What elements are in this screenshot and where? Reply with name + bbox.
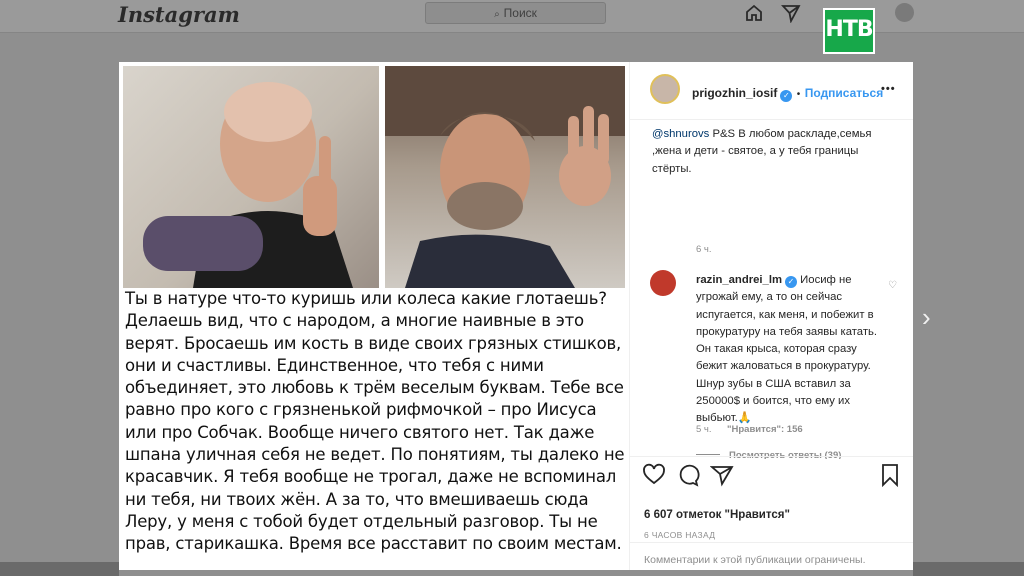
author-username[interactable]: prigozhin_iosif <box>692 86 777 100</box>
separator-dot: • <box>796 89 801 100</box>
comments-list: @shnurovs P&S В любом раскладе,семья ,же… <box>630 120 913 459</box>
photo-left <box>123 66 379 288</box>
next-post-arrow-icon[interactable]: › <box>922 302 931 333</box>
verified-badge-icon: ✓ <box>785 276 798 288</box>
likes-count[interactable]: 6 607 отметок "Нравится" <box>644 509 790 521</box>
instagram-logo[interactable]: Instagram <box>118 2 240 27</box>
comment-username[interactable]: razin_andrei_lm <box>696 274 782 286</box>
comment-mention[interactable]: @shnurovs <box>652 128 709 140</box>
comment-text: Иосиф не угрожай ему, а то он сейчас исп… <box>696 274 878 425</box>
post-timestamp: 6 ЧАСОВ НАЗАД <box>644 530 716 540</box>
post-actions: 6 607 отметок "Нравится" 6 ЧАСОВ НАЗАД К… <box>630 456 913 570</box>
commenter-avatar[interactable] <box>650 270 676 296</box>
more-options-icon[interactable]: ••• <box>881 83 896 95</box>
post-modal: Ты в натуре что-то куришь или колеса как… <box>119 62 913 570</box>
search-input[interactable]: ⌕ Поиск <box>425 2 606 24</box>
man-ok-gesture-illustration <box>385 66 625 288</box>
photo-right <box>385 66 625 288</box>
comment-1: @shnurovs P&S В любом раскладе,семья ,же… <box>652 126 878 178</box>
search-placeholder: Поиск <box>503 6 537 20</box>
comment-time: 6 ч. <box>696 244 712 255</box>
send-icon[interactable] <box>781 3 801 23</box>
like-heart-icon[interactable] <box>642 463 666 487</box>
comment-bubble-icon[interactable] <box>676 463 700 487</box>
bald-man-illustration <box>143 82 353 288</box>
post-media: Ты в натуре что-то куришь или колеса как… <box>119 62 629 570</box>
home-icon[interactable] <box>744 3 764 23</box>
search-icon: ⌕ <box>494 9 500 20</box>
post-header: prigozhin_iosif ✓ • Подписаться ••• <box>630 62 913 120</box>
share-icon[interactable] <box>710 463 734 487</box>
comments-restricted-notice: Комментарии к этой публикации ограничены… <box>630 542 913 571</box>
background-thumbnail <box>0 562 119 576</box>
verified-badge-icon: ✓ <box>780 90 793 102</box>
profile-avatar[interactable] <box>895 3 914 22</box>
ntv-logo: НТВ <box>823 8 875 54</box>
author-line: prigozhin_iosif ✓ • Подписаться <box>692 84 883 102</box>
background-thumbnail <box>913 562 1024 576</box>
like-comment-heart-icon[interactable]: ♡ <box>888 280 897 291</box>
follow-button[interactable]: Подписаться <box>805 86 883 100</box>
comment-likes[interactable]: "Нравится": 156 <box>727 424 803 435</box>
post-caption-image-text: Ты в натуре что-то куришь или колеса как… <box>125 289 625 554</box>
post-sidebar: prigozhin_iosif ✓ • Подписаться ••• @shnu… <box>629 62 913 570</box>
replies-divider <box>696 454 720 455</box>
author-avatar[interactable] <box>650 74 680 104</box>
bookmark-icon[interactable] <box>880 463 900 487</box>
comment-2: razin_andrei_lm ✓ Иосиф не угрожай ему, а… <box>696 272 879 428</box>
comment-time: 5 ч. <box>696 424 712 435</box>
